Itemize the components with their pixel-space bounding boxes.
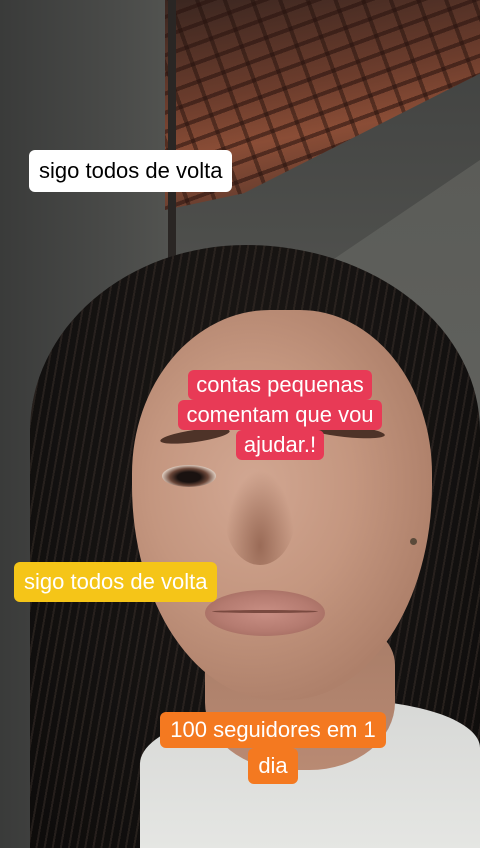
lip-line bbox=[212, 610, 318, 613]
nose bbox=[225, 470, 295, 565]
selfie-photo: sigo todos de volta contas pequenas come… bbox=[0, 0, 480, 848]
caption-red-line: comentam que vou bbox=[178, 400, 382, 430]
earring bbox=[410, 538, 417, 545]
caption-orange-line: 100 seguidores em 1 bbox=[160, 712, 386, 748]
caption-follow-back-yellow: sigo todos de volta bbox=[14, 562, 218, 602]
caption-red-line: contas pequenas bbox=[188, 370, 372, 400]
caption-small-accounts-red: contas pequenas comentam que vou ajudar.… bbox=[150, 370, 410, 460]
caption-orange-line: dia bbox=[248, 748, 298, 784]
caption-followers-orange: 100 seguidores em 1 dia bbox=[128, 712, 418, 784]
caption-red-line: ajudar.! bbox=[235, 430, 325, 460]
lips bbox=[205, 590, 325, 636]
caption-follow-back-white: sigo todos de volta bbox=[29, 150, 233, 192]
left-eye bbox=[162, 465, 216, 487]
roof-beam bbox=[168, 0, 176, 290]
